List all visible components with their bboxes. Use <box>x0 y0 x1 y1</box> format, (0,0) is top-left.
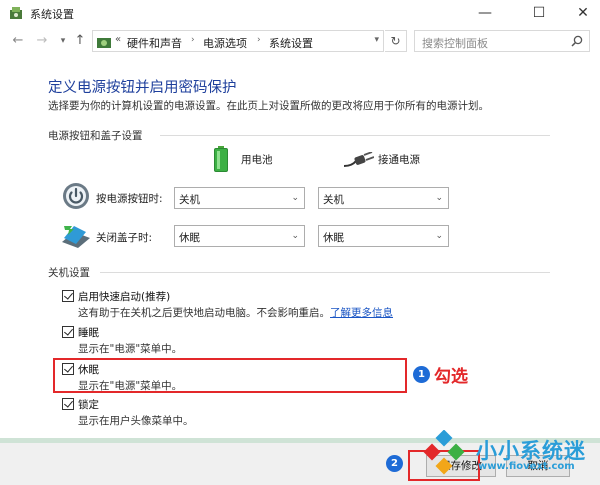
breadcrumb-separator-icon[interactable]: › <box>257 35 261 45</box>
back-arrow-icon[interactable]: ← <box>10 32 26 50</box>
minimize-button[interactable]: — <box>462 0 508 26</box>
watermark-url: www.fiovext.com <box>478 461 575 472</box>
sleep-checkbox[interactable] <box>62 326 74 338</box>
forward-arrow-icon[interactable]: → <box>34 32 50 50</box>
lid-close-row-label: 关闭盖子时: <box>96 232 153 244</box>
search-box[interactable]: 搜索控制面板 <box>414 30 590 52</box>
breadcrumb-hardware-sound[interactable]: 硬件和声音 <box>127 35 182 51</box>
select-value: 关机 <box>179 194 200 206</box>
search-placeholder: 搜索控制面板 <box>422 37 488 50</box>
section-divider <box>160 135 550 136</box>
fast-startup-desc: 这有助于在关机之后更快地启动电脑。不会影响重启。了解更多信息 <box>78 305 393 320</box>
laptop-lid-icon <box>62 226 90 248</box>
step-1-badge: 1 <box>413 366 430 383</box>
select-value: 休眠 <box>323 232 344 244</box>
chevron-down-icon: ⌄ <box>435 193 443 203</box>
lid-close-battery-select[interactable]: 休眠 ⌄ <box>174 225 305 247</box>
chevron-down-icon: ⌄ <box>435 231 443 241</box>
select-value: 休眠 <box>179 232 200 244</box>
lock-label[interactable]: 锁定 <box>78 397 99 412</box>
window-title: 系统设置 <box>30 8 74 21</box>
sleep-label[interactable]: 睡眠 <box>78 325 99 340</box>
refresh-icon[interactable]: ↻ <box>385 30 407 52</box>
hibernate-highlight-box <box>53 358 407 393</box>
address-dropdown-icon[interactable]: ▾ <box>374 35 379 45</box>
learn-more-link[interactable]: 了解更多信息 <box>330 307 393 319</box>
sleep-desc: 显示在"电源"菜单中。 <box>78 343 183 355</box>
power-plug-icon <box>344 152 374 167</box>
power-button-plugged-select[interactable]: 关机 ⌄ <box>318 187 449 209</box>
breadcrumb-power-options[interactable]: 电源选项 <box>203 35 247 51</box>
battery-column-header: 用电池 <box>241 154 273 166</box>
maximize-button[interactable]: ☐ <box>516 0 562 26</box>
step-2-badge: 2 <box>386 455 403 472</box>
content-area: 定义电源按钮并启用密码保护 选择要为你的计算机设置的电源设置。在此页上对设置所做… <box>0 58 600 438</box>
battery-icon <box>214 146 228 172</box>
up-arrow-icon[interactable]: ↑ <box>72 32 88 50</box>
breadcrumb-overflow-icon[interactable]: « <box>115 34 121 45</box>
page-description: 选择要为你的计算机设置的电源设置。在此页上对设置所做的更改将应用于你所有的电源计… <box>48 100 489 112</box>
select-value: 关机 <box>323 194 344 206</box>
section-divider <box>100 272 550 273</box>
lock-desc: 显示在用户头像菜单中。 <box>78 415 194 427</box>
control-panel-icon <box>10 7 22 19</box>
breadcrumb-system-settings[interactable]: 系统设置 <box>269 35 313 51</box>
lock-checkbox[interactable] <box>62 398 74 410</box>
power-buttons-section-heading: 电源按钮和盖子设置 <box>48 130 143 142</box>
shutdown-section-heading: 关机设置 <box>48 267 90 279</box>
page-title: 定义电源按钮并启用密码保护 <box>48 80 237 96</box>
power-button-row-label: 按电源按钮时: <box>96 193 163 205</box>
fast-startup-checkbox[interactable] <box>62 290 74 302</box>
title-bar: 系统设置 — ☐ ✕ <box>0 0 600 26</box>
breadcrumb-separator-icon[interactable]: › <box>191 35 195 45</box>
close-button[interactable]: ✕ <box>560 0 600 26</box>
search-icon[interactable] <box>571 35 583 47</box>
navigation-bar: ← → ▾ ↑ « 硬件和声音 › 电源选项 › 系统设置 ▾ ↻ 搜索控制面板 <box>0 28 600 54</box>
step-1-instruction: 勾选 <box>434 367 468 387</box>
control-panel-icon <box>97 38 111 48</box>
fast-startup-label[interactable]: 启用快速启动(推荐) <box>78 289 170 304</box>
recent-locations-chevron-icon[interactable]: ▾ <box>55 32 71 50</box>
chevron-down-icon: ⌄ <box>291 231 299 241</box>
address-bar[interactable]: « 硬件和声音 › 电源选项 › 系统设置 ▾ <box>92 30 384 52</box>
power-button-battery-select[interactable]: 关机 ⌄ <box>174 187 305 209</box>
plugged-in-column-header: 接通电源 <box>378 154 420 166</box>
power-button-icon <box>63 183 89 209</box>
lid-close-plugged-select[interactable]: 休眠 ⌄ <box>318 225 449 247</box>
chevron-down-icon: ⌄ <box>291 193 299 203</box>
watermark-logo-icon <box>423 430 465 475</box>
fast-startup-desc-text: 这有助于在关机之后更快地启动电脑。不会影响重启。 <box>78 307 330 319</box>
